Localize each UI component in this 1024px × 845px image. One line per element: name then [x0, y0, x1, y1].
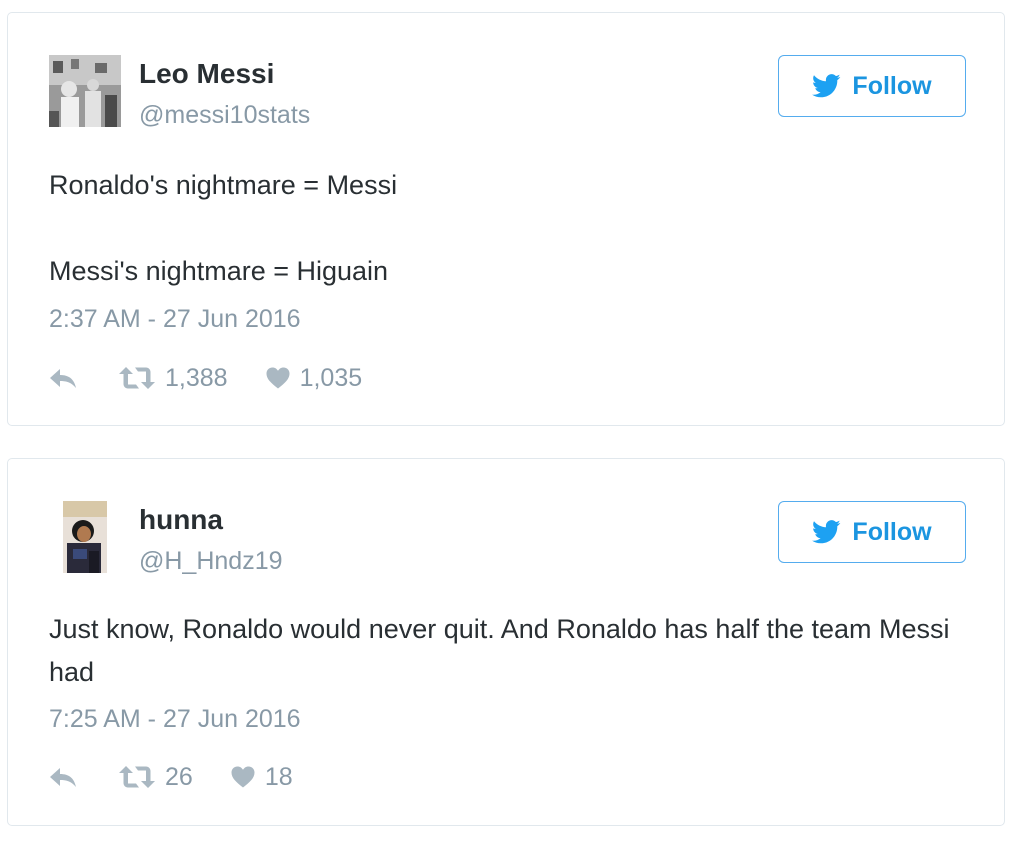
- reply-button[interactable]: [49, 766, 77, 788]
- retweet-button[interactable]: 1,388: [119, 364, 228, 393]
- tweet-card: Leo Messi @messi10stats Follow Ronaldo's…: [7, 12, 1005, 426]
- tweet-timestamp[interactable]: 2:37 AM - 27 Jun 2016: [49, 305, 301, 334]
- follow-button[interactable]: Follow: [778, 501, 966, 563]
- retweet-button[interactable]: 26: [119, 763, 193, 792]
- tweet-timestamp[interactable]: 7:25 AM - 27 Jun 2016: [49, 705, 301, 734]
- tweet-actions: 1,388 1,035: [49, 363, 362, 393]
- tweet-text-line: Messi's nightmare = Higuain: [49, 256, 389, 286]
- retweet-icon: [119, 367, 155, 389]
- tweet-text: Just know, Ronaldo would never quit. And…: [49, 608, 969, 694]
- like-button[interactable]: 18: [231, 763, 293, 792]
- tweet-card: hunna @H_Hndz19 Follow Just know, Ronald…: [7, 458, 1005, 826]
- follow-label: Follow: [852, 517, 932, 546]
- reply-button[interactable]: [49, 367, 77, 389]
- retweet-icon: [119, 766, 155, 788]
- retweet-count: 26: [165, 762, 193, 791]
- heart-icon: [231, 766, 255, 788]
- reply-arrow-icon: [50, 768, 76, 787]
- retweet-count: 1,388: [165, 363, 228, 392]
- reply-arrow-icon: [50, 369, 76, 388]
- avatar[interactable]: [49, 501, 121, 573]
- display-name[interactable]: hunna: [139, 504, 223, 536]
- user-handle[interactable]: @messi10stats: [139, 101, 310, 130]
- twitter-bird-icon: [812, 520, 841, 544]
- tweet-text: Ronaldo's nightmare = Messi Messi's nigh…: [49, 164, 969, 293]
- tweet-text-line: Ronaldo's nightmare = Messi: [49, 170, 398, 200]
- user-handle[interactable]: @H_Hndz19: [139, 547, 283, 576]
- like-count: 1,035: [299, 363, 363, 392]
- avatar[interactable]: [49, 55, 121, 127]
- follow-button[interactable]: Follow: [778, 55, 966, 117]
- display-name[interactable]: Leo Messi: [139, 58, 274, 90]
- like-count: 18: [264, 762, 293, 791]
- tweet-text-line: Just know, Ronaldo would never quit. And…: [49, 614, 950, 687]
- twitter-bird-icon: [812, 74, 841, 98]
- like-button[interactable]: 1,035: [266, 363, 363, 393]
- tweet-actions: 26 18: [49, 762, 293, 792]
- heart-icon: [266, 367, 290, 389]
- follow-label: Follow: [852, 71, 932, 100]
